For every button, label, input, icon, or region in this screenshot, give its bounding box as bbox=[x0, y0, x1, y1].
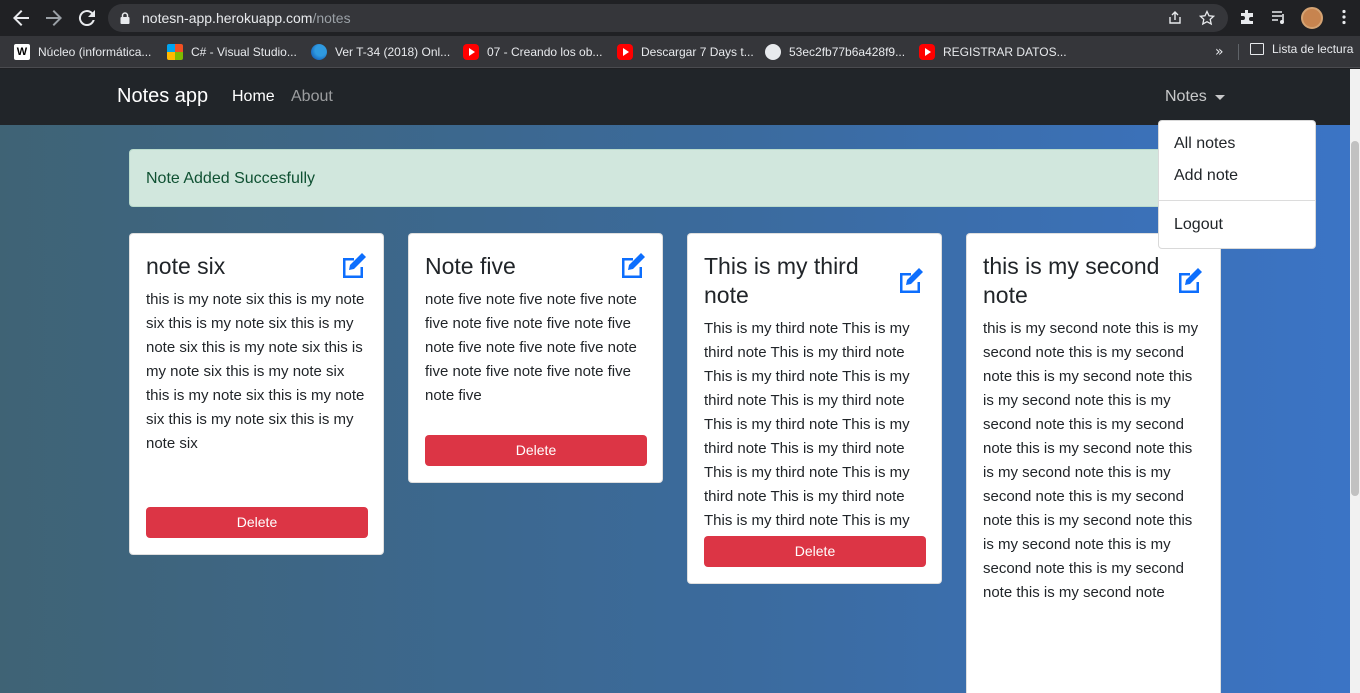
delete-button[interactable]: Delete bbox=[146, 507, 368, 538]
note-card: This is my third note This is my third n… bbox=[687, 233, 942, 584]
delete-button[interactable]: Delete bbox=[425, 435, 647, 466]
bookmarks-bar: W Núcleo (informática... C# - Visual Stud… bbox=[0, 36, 1360, 68]
note-body: This is my third note This is my third n… bbox=[704, 320, 910, 553]
microsoft-icon bbox=[167, 44, 183, 60]
forward-arrow-icon[interactable] bbox=[42, 6, 66, 30]
bookmark-item[interactable]: 07 - Creando los ob... bbox=[463, 42, 602, 62]
url-text: notesn-app.herokuapp.com/notes bbox=[142, 10, 351, 26]
edge-icon bbox=[311, 44, 327, 60]
bookmark-label: C# - Visual Studio... bbox=[191, 45, 297, 59]
notes-dropdown-toggle[interactable]: Notes bbox=[1165, 88, 1225, 106]
bookmark-item[interactable]: REGISTRAR DATOS... bbox=[919, 42, 1067, 62]
note-title: Note five bbox=[425, 253, 516, 279]
bookmark-label: 07 - Creando los ob... bbox=[487, 45, 603, 59]
page-scrollbar[interactable] bbox=[1350, 69, 1360, 693]
page-viewport: Notes app Home About Notes All notes Add… bbox=[0, 69, 1360, 693]
note-title: This is my third note bbox=[704, 253, 859, 308]
alert-message: Note Added Succesfully bbox=[146, 170, 315, 187]
youtube-icon bbox=[919, 44, 935, 60]
menu-kebab-icon[interactable] bbox=[1334, 8, 1354, 28]
reading-list-label: Lista de lectura bbox=[1272, 42, 1354, 56]
bookmark-item[interactable]: Descargar 7 Days t... bbox=[617, 42, 754, 62]
edit-icon[interactable] bbox=[618, 250, 648, 280]
bookmarks-divider bbox=[1238, 44, 1239, 60]
star-icon[interactable] bbox=[1198, 9, 1216, 28]
url-path: /notes bbox=[312, 10, 351, 26]
note-body: note five note five note five note five … bbox=[425, 291, 637, 404]
note-body: this is my second note this is my second… bbox=[983, 320, 1199, 601]
bookmark-label: Descargar 7 Days t... bbox=[641, 45, 754, 59]
note-title: this is my second note bbox=[983, 253, 1160, 308]
note-card: this is my second note this is my second… bbox=[966, 233, 1221, 693]
edit-icon[interactable] bbox=[339, 250, 369, 280]
note-title: note six bbox=[146, 253, 226, 279]
back-arrow-icon[interactable] bbox=[9, 6, 33, 30]
youtube-icon bbox=[617, 44, 633, 60]
caret-down-icon bbox=[1214, 94, 1225, 100]
address-bar[interactable]: notesn-app.herokuapp.com/notes bbox=[108, 4, 1228, 32]
dropdown-item-logout[interactable]: Logout bbox=[1174, 216, 1223, 234]
edit-icon[interactable] bbox=[1175, 265, 1205, 295]
navbar: Notes app Home About Notes bbox=[0, 69, 1350, 125]
bookmark-label: REGISTRAR DATOS... bbox=[943, 45, 1067, 59]
globe-icon bbox=[765, 44, 781, 60]
scrollbar-thumb[interactable] bbox=[1351, 141, 1359, 496]
bookmark-item[interactable]: 53ec2fb77b6a428f9... bbox=[765, 42, 905, 62]
bookmarks-overflow-button[interactable]: » bbox=[1215, 44, 1224, 60]
dropdown-divider bbox=[1159, 200, 1315, 201]
bookmark-item[interactable]: Ver T-34 (2018) Onl... bbox=[311, 42, 450, 62]
media-control-icon[interactable] bbox=[1269, 8, 1289, 28]
notes-dropdown-menu: All notes Add note Logout bbox=[1158, 120, 1316, 249]
url-host: notesn-app.herokuapp.com bbox=[142, 10, 313, 26]
youtube-icon bbox=[463, 44, 479, 60]
edit-icon[interactable] bbox=[896, 265, 926, 295]
success-alert: Note Added Succesfully bbox=[129, 149, 1221, 207]
notes-dropdown-label: Notes bbox=[1165, 88, 1207, 105]
reading-list-button[interactable]: Lista de lectura bbox=[1250, 42, 1353, 56]
profile-avatar[interactable] bbox=[1301, 7, 1323, 29]
lock-icon bbox=[120, 12, 130, 24]
dropdown-item-all-notes[interactable]: All notes bbox=[1174, 135, 1235, 153]
reload-icon[interactable] bbox=[75, 6, 99, 30]
share-icon[interactable] bbox=[1166, 10, 1184, 28]
note-body: this is my note six this is my note six … bbox=[146, 291, 365, 452]
navbar-brand[interactable]: Notes app bbox=[117, 85, 208, 108]
browser-toolbar: notesn-app.herokuapp.com/notes bbox=[0, 0, 1360, 36]
bookmark-item[interactable]: W Núcleo (informática... bbox=[14, 42, 151, 62]
nav-about-link[interactable]: About bbox=[291, 88, 333, 106]
bookmark-label: Ver T-34 (2018) Onl... bbox=[335, 45, 451, 59]
extensions-icon[interactable] bbox=[1237, 8, 1257, 28]
delete-button[interactable]: Delete bbox=[704, 536, 926, 567]
note-card: Note five note five note five note five … bbox=[408, 233, 663, 483]
reading-list-icon bbox=[1250, 43, 1264, 55]
dropdown-item-add-note[interactable]: Add note bbox=[1174, 167, 1238, 185]
nav-home-link[interactable]: Home bbox=[232, 88, 275, 106]
bookmark-item[interactable]: C# - Visual Studio... bbox=[167, 42, 297, 62]
bookmark-label: 53ec2fb77b6a428f9... bbox=[789, 45, 906, 59]
bookmark-label: Núcleo (informática... bbox=[38, 45, 152, 59]
note-card: note six this is my note six this is my … bbox=[129, 233, 384, 555]
wikipedia-icon: W bbox=[14, 44, 30, 60]
